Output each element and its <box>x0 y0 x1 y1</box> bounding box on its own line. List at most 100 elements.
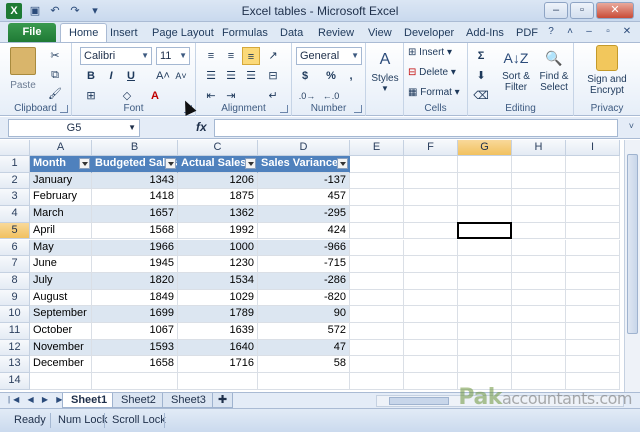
table-cell[interactable]: August <box>30 289 92 307</box>
table-cell[interactable]: 1418 <box>92 189 178 207</box>
empty-cell[interactable] <box>404 323 458 340</box>
empty-cell[interactable] <box>512 239 566 257</box>
empty-cell[interactable] <box>512 306 566 323</box>
expand-formula-bar-icon[interactable]: ˅ <box>629 121 634 131</box>
new-sheet-icon[interactable]: ✚ <box>212 393 234 408</box>
table-header-cell[interactable]: Actual Sales <box>178 156 258 173</box>
table-cell[interactable]: 1000 <box>178 239 258 257</box>
number-launcher-icon[interactable] <box>354 105 362 113</box>
empty-cell[interactable] <box>512 272 566 290</box>
table-cell[interactable]: 1639 <box>178 323 258 340</box>
empty-cell[interactable] <box>566 339 620 357</box>
table-cell[interactable]: 1945 <box>92 256 178 273</box>
empty-cell[interactable] <box>512 256 566 273</box>
table-cell[interactable]: 1716 <box>178 356 258 374</box>
tab-home[interactable]: Home <box>60 23 108 43</box>
empty-cell[interactable] <box>404 289 458 307</box>
empty-cell[interactable] <box>350 172 404 190</box>
empty-cell[interactable] <box>458 323 512 340</box>
name-box[interactable]: G5 ▼ <box>8 119 140 137</box>
vertical-scroll-thumb[interactable] <box>627 154 638 334</box>
empty-cell[interactable] <box>404 222 458 240</box>
row-header-13[interactable]: 13 <box>0 356 30 374</box>
clipboard-launcher-icon[interactable] <box>60 105 68 113</box>
empty-cell[interactable] <box>404 356 458 374</box>
empty-cell[interactable] <box>404 373 458 390</box>
row-header-14[interactable]: 14 <box>0 373 30 390</box>
table-header-cell[interactable]: Budgeted Sales <box>92 156 178 173</box>
empty-cell[interactable] <box>404 339 458 357</box>
table-cell[interactable]: September <box>30 306 92 323</box>
empty-cell[interactable] <box>350 373 404 390</box>
empty-cell[interactable] <box>350 239 404 257</box>
empty-cell[interactable] <box>566 323 620 340</box>
table-cell[interactable]: 1875 <box>178 189 258 207</box>
copy-icon[interactable]: ⧉ <box>46 66 64 84</box>
delete-cells-button[interactable]: ⊟ Delete ▾ <box>408 67 456 78</box>
tab-file[interactable]: File <box>8 23 56 42</box>
table-cell[interactable]: -820 <box>258 289 350 307</box>
row-header-4[interactable]: 4 <box>0 206 30 223</box>
table-cell[interactable]: 1362 <box>178 206 258 223</box>
table-cell[interactable]: 1820 <box>92 272 178 290</box>
table-header-cell[interactable]: Sales Variance <box>258 156 350 173</box>
table-cell[interactable]: December <box>30 356 92 374</box>
shrink-font-button[interactable]: A˅ <box>172 67 190 85</box>
empty-cell[interactable] <box>350 289 404 307</box>
column-header-g[interactable]: G <box>458 140 512 156</box>
empty-cell[interactable] <box>512 172 566 190</box>
merge-center-icon[interactable]: ⊟ <box>264 67 282 85</box>
column-header-a[interactable]: A <box>30 140 92 156</box>
table-cell[interactable]: 47 <box>258 339 350 357</box>
tab-insert[interactable]: Insert <box>110 24 138 42</box>
row-header-10[interactable]: 10 <box>0 306 30 323</box>
fill-icon[interactable]: ⬇ <box>472 67 490 85</box>
sheet-tab-sheet3[interactable]: Sheet3 <box>162 393 215 408</box>
empty-cell[interactable] <box>350 189 404 207</box>
table-cell[interactable]: 1992 <box>178 222 258 240</box>
empty-cell[interactable] <box>512 189 566 207</box>
table-cell[interactable]: 1534 <box>178 272 258 290</box>
tab-developer[interactable]: Developer <box>404 24 454 42</box>
active-cell-outline[interactable] <box>457 221 512 240</box>
empty-cell[interactable] <box>512 156 566 173</box>
sheet-tab-sheet2[interactable]: Sheet2 <box>112 393 165 408</box>
filter-dropdown-icon[interactable] <box>165 158 176 169</box>
empty-cell[interactable] <box>404 189 458 207</box>
column-header-f[interactable]: F <box>404 140 458 156</box>
worksheet-grid[interactable]: A B C D E F G H I 1 Month Budgeted Sales Actual Sale… <box>0 140 624 392</box>
empty-cell[interactable] <box>512 339 566 357</box>
table-cell[interactable]: 1206 <box>178 172 258 190</box>
ribbon-minimize-icon[interactable]: ˄ <box>563 25 577 39</box>
row-header-5[interactable]: 5 <box>0 222 30 240</box>
cut-icon[interactable]: ✂ <box>46 47 64 65</box>
empty-cell[interactable] <box>566 272 620 290</box>
align-center-icon[interactable]: ☰ <box>222 67 240 85</box>
close-button[interactable]: ✕ <box>596 2 634 19</box>
empty-cell[interactable] <box>458 172 512 190</box>
table-cell[interactable]: 1789 <box>178 306 258 323</box>
table-cell[interactable]: 1699 <box>92 306 178 323</box>
empty-cell[interactable] <box>458 156 512 173</box>
format-cells-button[interactable]: ▦ Format ▾ <box>408 87 460 98</box>
tab-data[interactable]: Data <box>280 24 303 42</box>
table-cell[interactable]: 58 <box>258 356 350 374</box>
currency-button[interactable]: $ <box>296 67 314 85</box>
sheet-tab-sheet1[interactable]: Sheet1 <box>62 393 117 408</box>
table-cell[interactable]: 1593 <box>92 339 178 357</box>
empty-cell[interactable] <box>350 256 404 273</box>
tab-pdf[interactable]: PDF <box>516 24 538 42</box>
percent-button[interactable]: % <box>322 67 340 85</box>
empty-cell[interactable] <box>350 156 404 173</box>
empty-cell[interactable] <box>30 373 92 390</box>
empty-cell[interactable] <box>258 373 350 390</box>
filter-dropdown-icon[interactable] <box>79 158 90 169</box>
table-header-cell[interactable]: Month <box>30 156 92 173</box>
empty-cell[interactable] <box>178 373 258 390</box>
empty-cell[interactable] <box>350 206 404 223</box>
align-bottom-icon[interactable]: ≡ <box>242 47 260 65</box>
help-icon[interactable]: ? <box>544 25 558 39</box>
row-header-9[interactable]: 9 <box>0 289 30 307</box>
empty-cell[interactable] <box>566 239 620 257</box>
empty-cell[interactable] <box>566 289 620 307</box>
